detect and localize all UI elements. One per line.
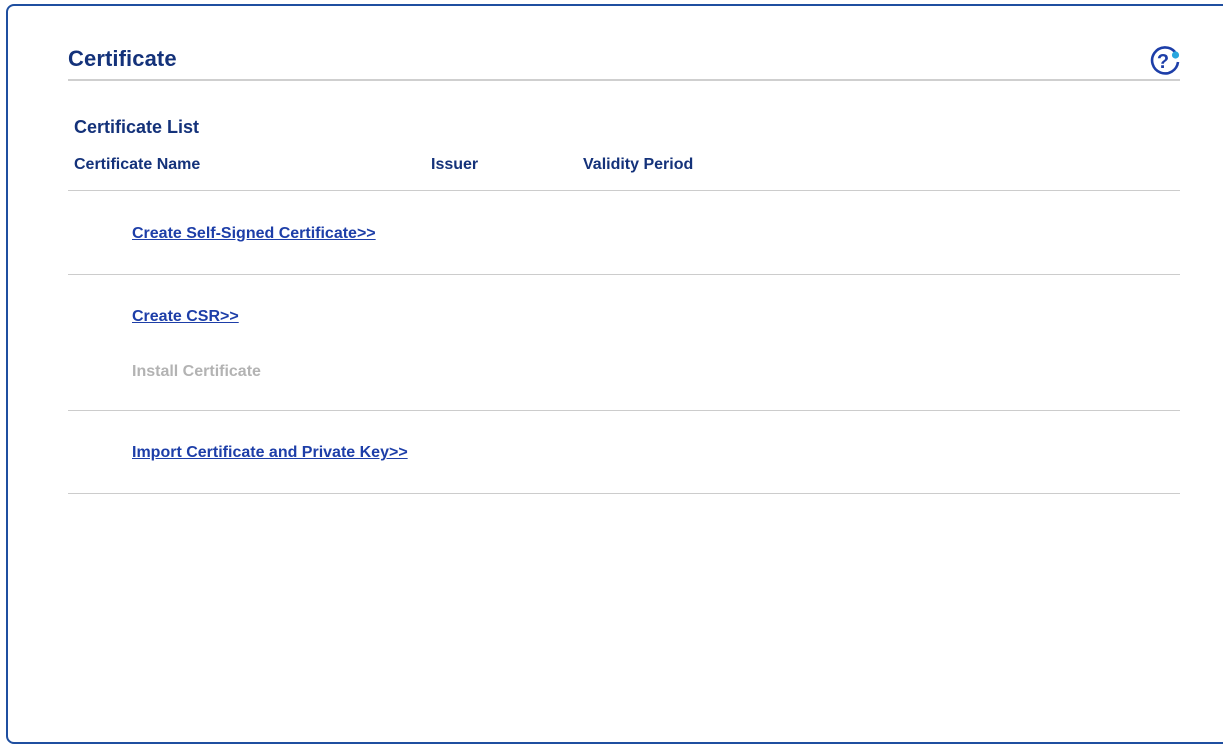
page-title: Certificate bbox=[68, 46, 177, 71]
create-self-signed-certificate-link[interactable]: Create Self-Signed Certificate>> bbox=[132, 225, 376, 243]
certificate-list-title: Certificate List bbox=[74, 117, 200, 137]
section-divider-1 bbox=[68, 274, 1180, 275]
column-header-validity-period: Validity Period bbox=[583, 156, 694, 173]
install-certificate-disabled: Install Certificate bbox=[132, 363, 261, 380]
create-csr-link[interactable]: Create CSR>> bbox=[132, 308, 239, 326]
title-divider bbox=[68, 79, 1180, 81]
list-divider bbox=[68, 190, 1180, 191]
import-certificate-private-key-link[interactable]: Import Certificate and Private Key>> bbox=[132, 444, 408, 462]
help-icon-graphic: ? bbox=[1150, 46, 1180, 75]
section-divider-3 bbox=[68, 493, 1180, 494]
column-header-certificate-name: Certificate Name bbox=[74, 156, 201, 173]
column-header-issuer: Issuer bbox=[431, 156, 479, 173]
section-divider-2 bbox=[68, 410, 1180, 411]
help-glyph: ? bbox=[1157, 51, 1169, 73]
help-icon[interactable]: ? bbox=[1149, 46, 1181, 76]
